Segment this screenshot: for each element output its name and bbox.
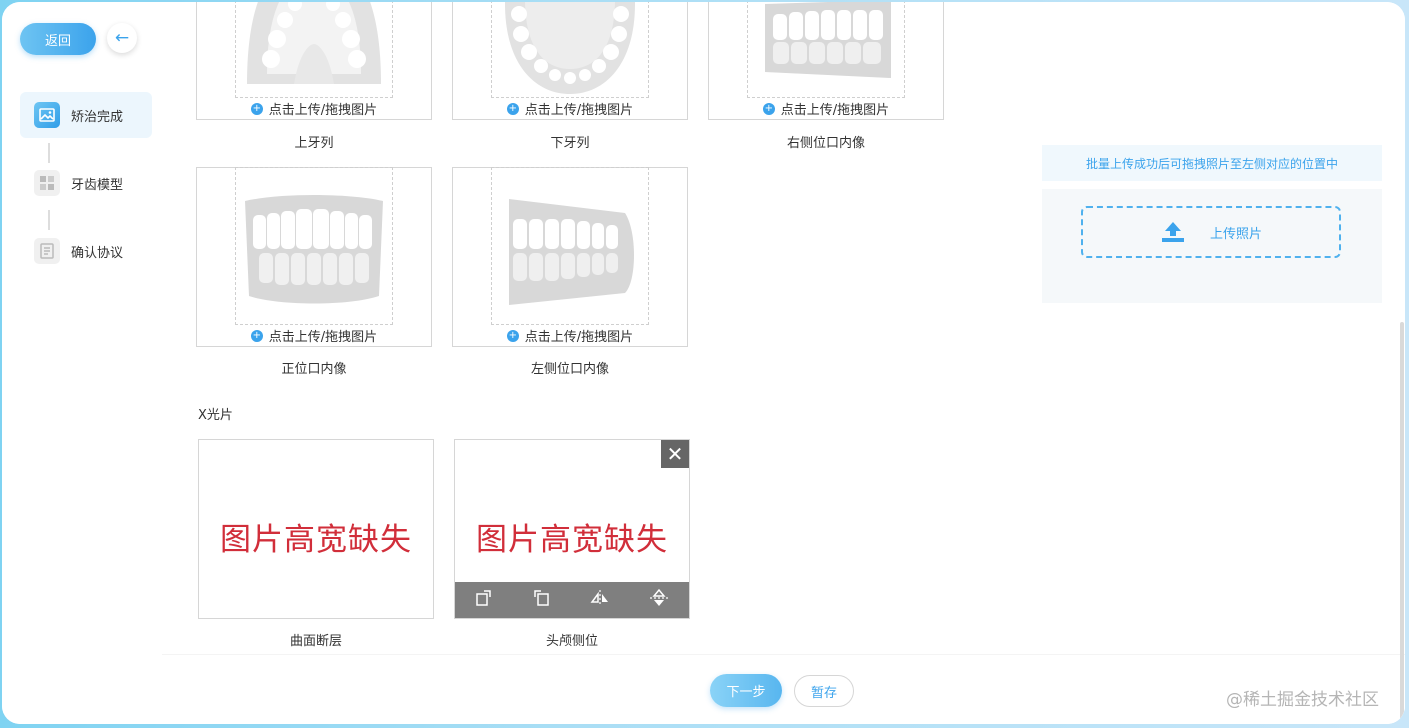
rotate-left-icon[interactable] bbox=[531, 588, 551, 613]
flip-horizontal-icon[interactable] bbox=[589, 588, 611, 613]
batch-upload-tip: 批量上传成功后可拖拽照片至左侧对应的位置中 bbox=[1042, 145, 1382, 181]
next-step-button[interactable]: 下一步 bbox=[710, 674, 782, 707]
photo-card-frontal-intraoral[interactable]: + 点击上传/拖拽图片 bbox=[196, 167, 432, 347]
step-label: 矫治完成 bbox=[71, 109, 124, 125]
back-button[interactable]: 返回 bbox=[20, 23, 96, 55]
footer-bar bbox=[162, 654, 1405, 724]
flip-vertical-icon[interactable] bbox=[648, 588, 670, 613]
photo-dropzone[interactable] bbox=[491, 2, 649, 98]
xray-card-label: 头颅侧位 bbox=[545, 634, 598, 649]
upper-arch-placeholder-icon bbox=[247, 2, 381, 84]
photo-dropzone[interactable] bbox=[235, 2, 393, 98]
photo-card-label: 右侧位口内像 bbox=[786, 136, 865, 151]
photo-card-left-intraoral[interactable]: + 点击上传/拖拽图片 bbox=[452, 167, 688, 347]
photo-card-label: 上牙列 bbox=[294, 136, 334, 151]
photo-dropzone[interactable] bbox=[235, 167, 393, 325]
xray-card-panoramic[interactable]: 图片高宽缺失 bbox=[198, 439, 434, 619]
upload-hint[interactable]: + 点击上传/拖拽图片 bbox=[453, 99, 687, 118]
plus-icon: + bbox=[506, 102, 519, 115]
sidebar: 返回 ← 矫治完成 牙齿模型 确认协议 bbox=[2, 2, 162, 724]
step-connector bbox=[48, 210, 50, 230]
rotate-right-icon[interactable] bbox=[474, 588, 494, 613]
photo-card-upper-arch[interactable]: + 点击上传/拖拽图片 bbox=[196, 2, 432, 120]
missing-image-text: 图片高宽缺失 bbox=[455, 514, 689, 559]
upload-icon bbox=[1161, 222, 1184, 242]
watermark-text: @稀土掘金技术社区 bbox=[1226, 690, 1379, 710]
step-confirm-agreement[interactable]: 确认协议 bbox=[20, 228, 152, 274]
photo-card-right-intraoral[interactable]: + 点击上传/拖拽图片 bbox=[708, 2, 944, 120]
photo-card-label: 正位口内像 bbox=[281, 362, 347, 377]
plus-icon: + bbox=[506, 329, 519, 342]
photo-dropzone[interactable] bbox=[491, 167, 649, 325]
xray-card-label: 曲面断层 bbox=[289, 634, 342, 649]
missing-image-label: 图片高宽缺失 bbox=[220, 522, 412, 558]
lower-arch-placeholder-icon bbox=[505, 2, 635, 94]
scrollbar[interactable] bbox=[1400, 322, 1404, 724]
upload-hint-text: 点击上传/拖拽图片 bbox=[268, 330, 378, 345]
missing-image-text: 图片高宽缺失 bbox=[199, 514, 433, 559]
upload-hint-text: 点击上传/拖拽图片 bbox=[524, 103, 634, 118]
plus-icon: + bbox=[250, 329, 263, 342]
app-window: 返回 ← 矫治完成 牙齿模型 确认协议 + 点击上传/拖拽图片 上牙列 + 点击… bbox=[2, 2, 1405, 724]
photo-card-label: 下牙列 bbox=[550, 136, 590, 151]
upload-hint[interactable]: + 点击上传/拖拽图片 bbox=[709, 99, 943, 118]
step-label: 牙齿模型 bbox=[71, 177, 124, 193]
close-icon[interactable]: ✕ bbox=[661, 440, 689, 468]
photo-dropzone[interactable] bbox=[747, 2, 905, 98]
photo-card-lower-arch[interactable]: + 点击上传/拖拽图片 bbox=[452, 2, 688, 120]
upload-hint[interactable]: + 点击上传/拖拽图片 bbox=[453, 326, 687, 345]
upload-hint[interactable]: + 点击上传/拖拽图片 bbox=[197, 326, 431, 345]
image-toolbar bbox=[455, 582, 689, 618]
upload-hint-text: 点击上传/拖拽图片 bbox=[524, 330, 634, 345]
document-icon bbox=[34, 238, 60, 264]
upload-photos-label: 上传照片 bbox=[1209, 226, 1262, 242]
step-treatment-complete[interactable]: 矫治完成 bbox=[20, 92, 152, 138]
frontal-intraoral-placeholder-icon bbox=[245, 195, 383, 304]
xray-section-title: X光片 bbox=[198, 408, 233, 423]
upload-hint-text: 点击上传/拖拽图片 bbox=[780, 103, 890, 118]
missing-image-label: 图片高宽缺失 bbox=[476, 522, 668, 558]
left-intraoral-placeholder-icon bbox=[509, 199, 634, 305]
right-intraoral-placeholder-icon bbox=[765, 2, 891, 78]
grid-icon bbox=[34, 170, 60, 196]
save-draft-button[interactable]: 暂存 bbox=[794, 675, 854, 707]
xray-card-cephalometric[interactable]: 图片高宽缺失 ✕ bbox=[454, 439, 690, 619]
collapse-arrow-icon[interactable]: ← bbox=[107, 23, 137, 53]
upload-hint[interactable]: + 点击上传/拖拽图片 bbox=[197, 99, 431, 118]
upload-hint-text: 点击上传/拖拽图片 bbox=[268, 103, 378, 118]
upload-photos-button[interactable]: 上传照片 bbox=[1081, 206, 1341, 258]
image-icon bbox=[34, 102, 60, 128]
plus-icon: + bbox=[762, 102, 775, 115]
photo-card-label: 左侧位口内像 bbox=[530, 362, 609, 377]
batch-upload-panel: 上传照片 bbox=[1042, 189, 1382, 303]
plus-icon: + bbox=[250, 102, 263, 115]
step-tooth-model[interactable]: 牙齿模型 bbox=[20, 160, 152, 206]
step-label: 确认协议 bbox=[71, 245, 124, 261]
main-content: + 点击上传/拖拽图片 上牙列 + 点击上传/拖拽图片 下牙列 + 点击上传/拖… bbox=[162, 2, 1405, 724]
